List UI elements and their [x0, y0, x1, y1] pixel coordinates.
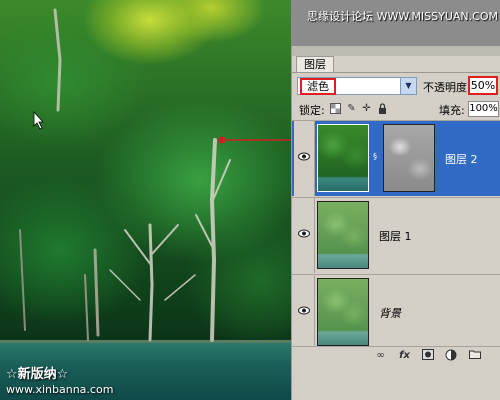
layer-name: 图层 1: [379, 230, 412, 243]
lock-image-icon[interactable]: ✎: [346, 103, 357, 114]
layers-panel-toolbar: ∞ fx: [292, 346, 500, 365]
eye-icon: [298, 229, 310, 238]
visibility-toggle[interactable]: [294, 121, 315, 196]
layer-thumbnail: [317, 201, 369, 269]
eye-icon: [298, 152, 310, 161]
link-icon[interactable]: ∞: [374, 349, 387, 362]
visibility-toggle[interactable]: [294, 275, 315, 350]
lock-position-icon[interactable]: ✛: [361, 103, 372, 114]
blend-mode-value: 滤色: [300, 78, 336, 95]
eye-icon: [298, 306, 310, 315]
lock-transparency-icon[interactable]: [330, 103, 341, 114]
layer-name: 图层 2: [445, 153, 478, 166]
opacity-input[interactable]: 50%: [468, 76, 498, 95]
tab-layers[interactable]: 图层: [296, 56, 334, 73]
mask-icon[interactable]: [421, 349, 434, 362]
tab-divider: [292, 72, 500, 73]
mask-link-icon[interactable]: §: [373, 152, 379, 162]
adjustment-icon[interactable]: [444, 349, 457, 362]
layers-panel: 图层 滤色 ▼ 不透明度: 50% 锁定: ✎ ✛ 填充: 100% § 图层 …: [291, 46, 500, 400]
group-folder-icon[interactable]: [468, 349, 481, 362]
opacity-label: 不透明度:: [423, 81, 471, 94]
panel-header: [292, 46, 500, 56]
fill-input[interactable]: 100%: [468, 101, 499, 117]
lock-label: 锁定:: [299, 104, 325, 117]
layer-thumbnail: [317, 278, 369, 346]
layer-row-background[interactable]: 背景: [292, 274, 500, 350]
layer-name: 背景: [379, 307, 401, 320]
lock-row: 锁定: ✎ ✛ 填充: 100%: [292, 99, 500, 119]
blend-mode-select[interactable]: 滤色 ▼: [297, 77, 417, 95]
chevron-down-icon[interactable]: ▼: [400, 78, 416, 94]
lock-all-icon[interactable]: [377, 103, 388, 114]
fill-label: 填充:: [439, 104, 465, 117]
watermark-url: www.xinbanna.com: [6, 383, 114, 396]
layer-row-layer-2[interactable]: § 图层 2: [292, 120, 500, 196]
watermark-title: ☆新版纳☆: [6, 367, 69, 382]
visibility-toggle[interactable]: [294, 198, 315, 273]
fx-icon[interactable]: fx: [398, 349, 411, 362]
site-watermark: 思缘设计论坛 WWW.MISSYUAN.COM: [307, 10, 498, 23]
layer-row-layer-1[interactable]: 图层 1: [292, 197, 500, 273]
layer-mask-thumbnail[interactable]: [383, 124, 435, 192]
bottom-watermark: ☆新版纳☆ www.xinbanna.com: [6, 363, 113, 396]
layer-thumbnail: [317, 124, 369, 192]
